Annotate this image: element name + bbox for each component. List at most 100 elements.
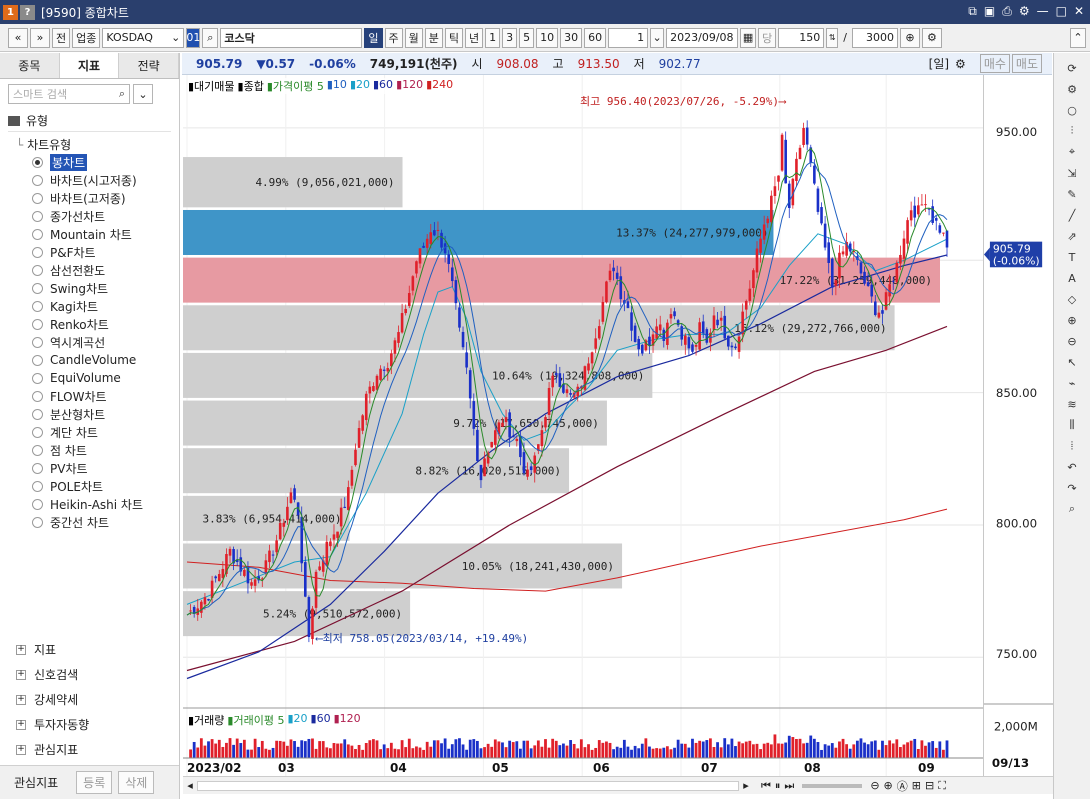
interval-10[interactable]: 10 xyxy=(536,27,559,48)
period-tick[interactable]: 틱 xyxy=(444,27,463,48)
search-icon[interactable]: ⌕ xyxy=(1062,499,1082,519)
buy-button[interactable]: 매수 xyxy=(979,54,1010,73)
legend-item[interactable]: ▮20 xyxy=(350,78,370,94)
zoom-in-icon[interactable]: ⊕ xyxy=(884,779,893,792)
volume-legend-item[interactable]: ▮20 xyxy=(287,712,307,728)
radio-icon[interactable] xyxy=(32,300,43,312)
volume-legend-item[interactable]: ▮거래량 xyxy=(188,712,224,728)
radio-icon[interactable] xyxy=(32,156,43,168)
chart-type-item[interactable]: EquiVolume xyxy=(32,369,179,387)
legend-item[interactable]: ▮60 xyxy=(373,78,393,94)
max-bar-field[interactable]: 3000 xyxy=(851,27,898,48)
grid-icon[interactable]: ⫼ xyxy=(1062,415,1082,435)
market-select[interactable]: KOSDAQ ⌄ xyxy=(102,27,185,48)
first-page-icon[interactable]: ⏮ xyxy=(761,779,771,793)
stock-name-field[interactable]: 코스닥 xyxy=(220,27,363,48)
close-icon[interactable]: ✕ xyxy=(1074,4,1084,19)
help-badge[interactable]: ? xyxy=(20,4,35,20)
legend-item[interactable]: ▮240 xyxy=(426,78,453,94)
chart-type-item[interactable]: Kagi차트 xyxy=(32,297,179,315)
circle-icon[interactable]: ○ xyxy=(1062,100,1082,120)
legend-item[interactable]: ▮10 xyxy=(327,78,347,94)
bar-count-field[interactable]: 150 xyxy=(778,27,825,48)
prev-button[interactable]: 전 xyxy=(52,27,71,48)
scroll-right-icon[interactable]: ▸ xyxy=(739,779,753,792)
settings-icon[interactable]: ⚙ xyxy=(921,27,942,48)
radio-icon[interactable] xyxy=(32,372,43,384)
calendar-icon[interactable]: ▦ xyxy=(740,27,757,48)
period-day[interactable]: 일 xyxy=(364,27,383,48)
radio-icon[interactable] xyxy=(32,498,43,510)
radio-icon[interactable] xyxy=(32,174,43,186)
radio-icon[interactable] xyxy=(32,426,43,438)
last-page-icon[interactable]: ⏭ xyxy=(784,779,794,793)
plus-icon[interactable]: + xyxy=(16,719,26,730)
layout-icon[interactable]: ⊟ xyxy=(925,779,934,792)
expand-icon[interactable]: ⌄ xyxy=(133,84,153,104)
period-week[interactable]: 주 xyxy=(384,27,403,48)
chart-type-item[interactable]: 바차트(시고저종) xyxy=(32,171,179,189)
indicator-icon[interactable]: ⫶ xyxy=(1062,121,1082,141)
back-button[interactable]: « xyxy=(8,27,28,48)
chart-type-item[interactable]: 삼선전환도 xyxy=(32,261,179,279)
tab-indicator[interactable]: 지표 xyxy=(59,53,120,78)
indicator-group[interactable]: + 관심지표 xyxy=(0,737,179,762)
smart-search-input[interactable]: 스마트 검색 ⌕ xyxy=(8,84,130,104)
zoom-icon[interactable]: ⊕ xyxy=(1062,310,1082,330)
register-button[interactable]: 등록 xyxy=(76,771,113,794)
pointer-icon[interactable]: ⇲ xyxy=(1062,163,1082,183)
columns-icon[interactable]: ⦙ xyxy=(1062,436,1082,456)
price-chart[interactable]: 4.99% (9,056,021,000) 13.37% (24,277,979,… xyxy=(183,75,983,780)
minimize-icon[interactable]: — xyxy=(1037,4,1049,19)
scroll-track[interactable] xyxy=(197,780,739,791)
volume-legend-item[interactable]: ▮거래이평 5 xyxy=(227,712,284,728)
sector-button[interactable]: 업종 xyxy=(72,27,101,48)
radio-icon[interactable] xyxy=(32,354,43,366)
stepper-icon[interactable]: ⇅ xyxy=(826,27,839,48)
chart-type-item[interactable]: Mountain 차트 xyxy=(32,225,179,243)
scroll-left-icon[interactable]: ◂ xyxy=(183,779,197,792)
chevron-down-icon[interactable]: ⌄ xyxy=(650,27,665,48)
radio-icon[interactable] xyxy=(32,210,43,222)
radio-icon[interactable] xyxy=(32,318,43,330)
legend-item[interactable]: ▮120 xyxy=(396,78,423,94)
undo-icon[interactable]: ↶ xyxy=(1062,457,1082,477)
print-icon[interactable]: ⎙ xyxy=(1002,4,1012,19)
gear-icon[interactable]: ⚙ xyxy=(1019,4,1030,19)
legend-item[interactable]: ▮종합 xyxy=(238,78,264,94)
gear-icon[interactable]: ⚙ xyxy=(955,57,966,71)
eraser-icon[interactable]: ◇ xyxy=(1062,289,1082,309)
auto-icon[interactable]: ⇗ xyxy=(1062,226,1082,246)
category-chart-type[interactable]: └ 차트유형 xyxy=(16,136,179,153)
interval-5[interactable]: 5 xyxy=(519,27,535,48)
chart-type-item[interactable]: 봉차트 xyxy=(32,153,179,171)
chart-type-item[interactable]: FLOW차트 xyxy=(32,387,179,405)
chart-type-item[interactable]: 점 차트 xyxy=(32,441,179,459)
legend-item[interactable]: ▮가격이평 5 xyxy=(267,78,324,94)
indicator-group[interactable]: + 투자자동향 xyxy=(0,712,179,737)
redo-icon[interactable]: ↷ xyxy=(1062,478,1082,498)
radio-icon[interactable] xyxy=(32,282,43,294)
chart-type-item[interactable]: Swing차트 xyxy=(32,279,179,297)
plus-icon[interactable]: + xyxy=(16,644,26,655)
chart-type-item[interactable]: Heikin-Ashi 차트 xyxy=(32,495,179,513)
search-icon[interactable]: ⌕ xyxy=(202,27,219,48)
radio-icon[interactable] xyxy=(32,516,43,528)
period-month[interactable]: 월 xyxy=(404,27,423,48)
radio-icon[interactable] xyxy=(32,408,43,420)
radio-icon[interactable] xyxy=(32,336,43,348)
zoom-reset-icon[interactable]: Ⓐ xyxy=(897,778,908,794)
interval-3[interactable]: 3 xyxy=(502,27,518,48)
zoom-out-icon[interactable]: ⊖ xyxy=(1062,331,1082,351)
radio-icon[interactable] xyxy=(32,444,43,456)
radio-icon[interactable] xyxy=(32,228,43,240)
legend-item[interactable]: ▮대기매물 xyxy=(188,78,235,94)
pause-icon[interactable]: ⏸ xyxy=(775,779,781,793)
radio-icon[interactable] xyxy=(32,462,43,474)
chart-type-item[interactable]: PV차트 xyxy=(32,459,179,477)
chart-type-item[interactable]: 역시계곡선 xyxy=(32,333,179,351)
volume-legend-item[interactable]: ▮60 xyxy=(311,712,331,728)
plus-icon[interactable]: + xyxy=(16,669,26,680)
channel-icon[interactable]: ≋ xyxy=(1062,394,1082,414)
chart-type-item[interactable]: P&F차트 xyxy=(32,243,179,261)
